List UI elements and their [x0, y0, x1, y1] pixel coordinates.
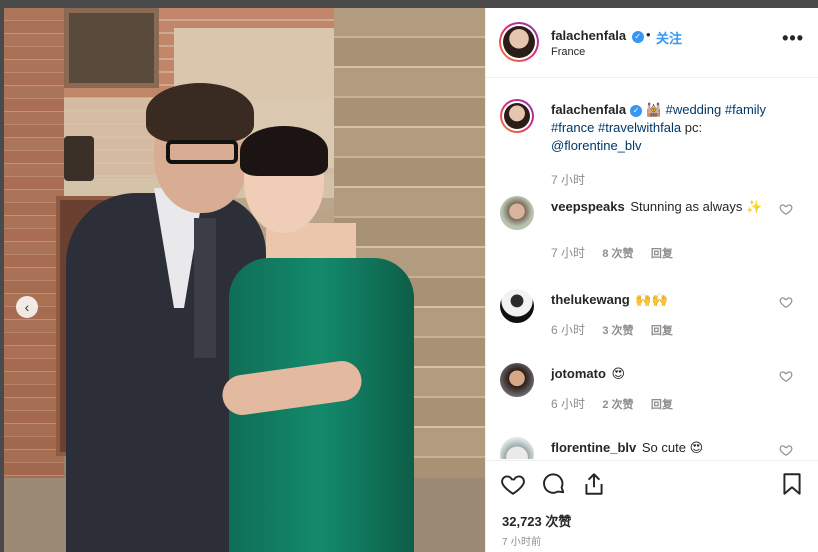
commenter-avatar[interactable]: [500, 437, 534, 459]
window: [64, 8, 159, 88]
comment-like-heart-icon[interactable]: [779, 369, 793, 383]
hashtag-link[interactable]: #france: [551, 120, 594, 135]
post-time[interactable]: 7 小时前: [502, 533, 541, 548]
commenter-username[interactable]: jotomato: [551, 366, 606, 381]
comment-time[interactable]: 6 小时: [551, 397, 585, 411]
commenter-avatar[interactable]: [500, 196, 534, 230]
comment-body: So cute 😍: [641, 440, 704, 455]
heart-icon[interactable]: [500, 471, 526, 497]
man-tie: [194, 218, 216, 358]
comment-meta: 7 小时 8 次赞 回复: [551, 244, 687, 261]
post-actions: 32,723 次赞 7 小时前: [486, 460, 818, 552]
wall-lamp: [64, 136, 94, 181]
left-wall: [4, 8, 64, 488]
hashtag-link[interactable]: #wedding: [666, 102, 722, 117]
comment-like-heart-icon[interactable]: [779, 202, 793, 216]
comment-likes[interactable]: 8 次赞: [602, 248, 633, 260]
hashtag-link[interactable]: #travelwithfala: [598, 120, 681, 135]
bookmark-icon[interactable]: [779, 471, 805, 497]
comment-icon[interactable]: [541, 471, 567, 497]
woman-hair: [240, 126, 328, 176]
comment-meta: 6 小时 3 次赞 回复: [551, 321, 687, 338]
comment-like-heart-icon[interactable]: [779, 443, 793, 457]
man-hair: [146, 83, 254, 143]
author-username-text[interactable]: falachenfala: [551, 28, 626, 43]
commenter-avatar[interactable]: [500, 363, 534, 397]
caption-meta: 7 小时: [551, 171, 599, 188]
caption-username[interactable]: falachenfala: [551, 102, 626, 117]
previous-photo-button[interactable]: ‹: [16, 296, 38, 318]
share-icon[interactable]: [581, 471, 607, 497]
caption-credit: pc:: [684, 120, 703, 135]
comment-text: jotomato 😍: [551, 365, 776, 383]
comment-like-heart-icon[interactable]: [779, 295, 793, 309]
location-link[interactable]: France: [551, 46, 585, 58]
separator-dot: •: [646, 27, 651, 42]
comment-time[interactable]: 6 小时: [551, 323, 585, 337]
post-photo[interactable]: [4, 8, 485, 552]
caption-time[interactable]: 7 小时: [551, 173, 585, 187]
reply-button[interactable]: 回复: [651, 399, 673, 411]
more-options-icon[interactable]: •••: [782, 28, 804, 49]
hashtag-link[interactable]: #family: [725, 102, 766, 117]
caption-text: falachenfala ✓ 🕍 #wedding #family #france…: [551, 101, 776, 155]
post-side-panel: falachenfala ✓ • 关注 France ••• falachenf…: [485, 8, 818, 552]
comment-text: thelukewang 🙌🙌: [551, 291, 776, 309]
author-username[interactable]: falachenfala ✓: [551, 28, 644, 43]
commenter-username[interactable]: veepspeaks: [551, 199, 625, 214]
commenter-username[interactable]: florentine_blv: [551, 440, 636, 455]
comment-time[interactable]: 7 小时: [551, 246, 585, 260]
verified-icon: ✓: [630, 105, 643, 117]
mention-link[interactable]: @florentine_blv: [551, 138, 642, 153]
comment-likes[interactable]: 3 次赞: [602, 325, 633, 337]
comment-text: florentine_blv So cute 😍: [551, 439, 776, 457]
caption-emoji: 🕍: [645, 102, 662, 117]
comment-meta: 6 小时 2 次赞 回复: [551, 395, 687, 412]
comment-body: Stunning as always ✨: [630, 199, 763, 214]
post-header: falachenfala ✓ • 关注 France •••: [486, 8, 818, 78]
commenter-username[interactable]: thelukewang: [551, 292, 630, 307]
follow-button[interactable]: 关注: [656, 28, 682, 47]
reply-button[interactable]: 回复: [651, 325, 673, 337]
verified-icon: ✓: [631, 31, 644, 43]
caption-avatar[interactable]: [500, 99, 534, 133]
comment-text: veepspeaks Stunning as always ✨: [551, 198, 776, 216]
reply-button[interactable]: 回复: [651, 248, 673, 260]
comments-list[interactable]: falachenfala ✓ 🕍 #wedding #family #france…: [486, 79, 818, 459]
like-count[interactable]: 32,723 次赞: [502, 511, 571, 530]
comment-body: 😍: [611, 366, 626, 381]
comment-body: 🙌🙌: [635, 292, 668, 307]
glasses: [166, 140, 238, 164]
comment-likes[interactable]: 2 次赞: [602, 399, 633, 411]
author-avatar[interactable]: [499, 22, 539, 62]
commenter-avatar[interactable]: [500, 289, 534, 323]
